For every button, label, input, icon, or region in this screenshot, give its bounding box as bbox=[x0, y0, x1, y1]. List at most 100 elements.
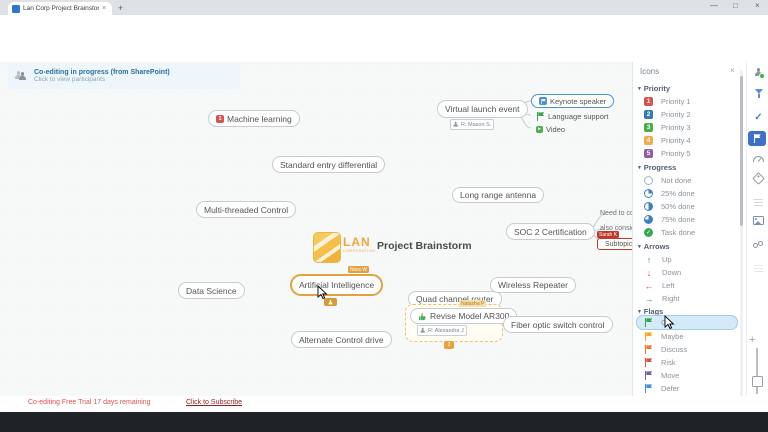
coediting-subtitle[interactable]: Click to view participants bbox=[34, 76, 170, 83]
logo-subtext: CORPORATION bbox=[343, 249, 375, 253]
icon-priority-1[interactable]: 1Priority 1 bbox=[644, 96, 738, 107]
browser-tab[interactable]: Lan Corp Project Brainstorm.m × bbox=[8, 2, 112, 15]
filter-icon[interactable] bbox=[752, 87, 765, 100]
topic-label: Language support bbox=[548, 112, 608, 121]
topic-label: Revise Model AR300 bbox=[430, 311, 509, 321]
topic-virtual-launch-event[interactable]: Virtual launch event bbox=[437, 100, 528, 118]
topic-label: Standard entry differential bbox=[280, 160, 377, 170]
topic-label: Keynote speaker bbox=[550, 97, 606, 106]
icon-flag-defer[interactable]: Defer bbox=[644, 383, 738, 394]
topic-machine-learning[interactable]: 1 Machine learning bbox=[208, 110, 300, 127]
flags-tool-icon-active[interactable] bbox=[748, 131, 766, 146]
window-maximize-button[interactable]: □ bbox=[733, 1, 738, 10]
person-icon bbox=[420, 328, 424, 333]
green-flag-icon bbox=[644, 318, 653, 327]
topic-standard-entry-differential[interactable]: Standard entry differential bbox=[272, 156, 385, 173]
topic-label: Wireless Repeater bbox=[498, 280, 568, 290]
lan-corporation-logo[interactable] bbox=[313, 232, 341, 263]
link-icon[interactable] bbox=[752, 238, 765, 251]
icon-arrow-up[interactable]: ↑Up bbox=[644, 254, 738, 265]
tab-title: Lan Corp Project Brainstorm.m bbox=[23, 5, 99, 12]
coediting-banner[interactable]: Co-editing in progress (from SharePoint)… bbox=[8, 63, 240, 89]
progress-50-icon bbox=[644, 202, 653, 211]
toolbar: ↶ ↷ + + S + + ✂ × bbox=[0, 43, 768, 63]
new-tab-button[interactable]: + bbox=[118, 3, 123, 13]
topic-language-support[interactable]: Language support bbox=[529, 110, 615, 123]
windows-taskbar: W A S X S N 4:27 PM 8/6/2019 bbox=[0, 412, 768, 432]
panel-scrollbar-thumb[interactable] bbox=[740, 76, 743, 226]
purple-flag-icon bbox=[644, 371, 653, 380]
thumbs-up-icon bbox=[418, 312, 427, 321]
notes-icon[interactable] bbox=[752, 196, 765, 209]
zoom-slider-handle[interactable] bbox=[752, 376, 763, 387]
topic-long-range-antenna[interactable]: Long range antenna bbox=[452, 187, 544, 203]
panel-close-icon[interactable]: × bbox=[730, 66, 735, 75]
yellow-flag-icon bbox=[644, 332, 653, 341]
subscribe-link[interactable]: Click to Subscribe bbox=[186, 399, 242, 406]
screen: { "browser": { "tab_title": "Lan Corp Pr… bbox=[0, 0, 768, 432]
section-progress[interactable]: ▾Progress bbox=[638, 163, 676, 172]
topic-data-science[interactable]: Data Science bbox=[178, 282, 245, 299]
topic-label: SOC 2 Certification bbox=[514, 227, 587, 237]
icon-25-done[interactable]: 25% done bbox=[644, 188, 738, 199]
coeditor-tag-nora: Nora W bbox=[348, 266, 369, 273]
topic-label: Multi-threaded Control bbox=[204, 205, 288, 215]
resource-tag-alexandra[interactable]: R: Alexandra J bbox=[417, 325, 467, 336]
participants-icon bbox=[14, 71, 28, 81]
tab-close-icon[interactable]: × bbox=[102, 5, 106, 12]
icon-50-done[interactable]: 50% done bbox=[644, 201, 738, 212]
central-topic-title[interactable]: Project Brainstorm bbox=[377, 240, 472, 252]
icon-flag-go[interactable]: Go bbox=[644, 317, 738, 328]
topic-label: Fiber optic switch control bbox=[511, 320, 605, 330]
topic-soc2-certification[interactable]: SOC 2 Certification bbox=[506, 223, 595, 240]
browser-tab-strip: Lan Corp Project Brainstorm.m × + — □ × bbox=[0, 0, 768, 15]
tasks-check-icon[interactable]: ✓ bbox=[752, 111, 765, 124]
topic-artificial-intelligence-coedited[interactable]: Artificial Intelligence bbox=[290, 274, 383, 296]
topic-wireless-repeater[interactable]: Wireless Repeater bbox=[490, 277, 576, 293]
topic-label: Virtual launch event bbox=[445, 104, 520, 114]
topic-fiber-optic-switch-control[interactable]: Fiber optic switch control bbox=[503, 316, 613, 333]
icon-priority-4[interactable]: 4Priority 4 bbox=[644, 135, 738, 146]
zoom-slider-track[interactable] bbox=[756, 348, 758, 394]
icon-priority-5[interactable]: 5Priority 5 bbox=[644, 148, 738, 159]
icon-priority-3[interactable]: 3Priority 3 bbox=[644, 122, 738, 133]
topic-label: Long range antenna bbox=[460, 190, 536, 200]
gauge-icon[interactable] bbox=[752, 152, 765, 165]
topic-video[interactable]: ▸ Video bbox=[529, 123, 572, 135]
resource-tag-mason[interactable]: R: Mason S. bbox=[450, 119, 494, 130]
icon-flag-risk[interactable]: Risk bbox=[644, 357, 738, 368]
section-priority[interactable]: ▾Priority bbox=[638, 84, 670, 93]
keynote-marker-icon bbox=[539, 97, 547, 105]
browser-url-row: ← → ↻ https://cloud-qa.mindjet.com/?lang… bbox=[0, 15, 768, 31]
topic-keynote-speaker-selected[interactable]: Keynote speaker bbox=[531, 94, 614, 108]
icon-arrow-left[interactable]: ←Left bbox=[644, 280, 738, 291]
icon-priority-2[interactable]: 2Priority 2 bbox=[644, 109, 738, 120]
account-icon[interactable] bbox=[752, 66, 765, 79]
icon-not-done[interactable]: Not done bbox=[644, 175, 738, 186]
icon-flag-discuss[interactable]: Discuss bbox=[644, 344, 738, 355]
video-marker-icon: ▸ bbox=[536, 126, 543, 133]
task-done-icon: ✓ bbox=[644, 228, 653, 237]
app-menu-bar: Menu Search File ▾ View ▾ Share ▾ MindMa… bbox=[0, 30, 768, 44]
resource-label: R: Mason S. bbox=[461, 122, 491, 128]
resource-label: R: Alexandra J bbox=[428, 328, 464, 334]
section-arrows[interactable]: ▾Arrows bbox=[638, 242, 670, 251]
icon-arrow-right[interactable]: →Right bbox=[644, 293, 738, 304]
coeditor-tag-sarah: Sarah K bbox=[597, 231, 619, 238]
progress-75-icon bbox=[644, 215, 653, 224]
window-close-button[interactable]: × bbox=[755, 1, 760, 10]
topic-alternate-control-drive[interactable]: Alternate Control drive bbox=[291, 331, 392, 348]
icon-flag-maybe[interactable]: Maybe bbox=[644, 331, 738, 342]
image-icon[interactable] bbox=[752, 214, 765, 227]
topic-multi-threaded-control[interactable]: Multi-threaded Control bbox=[196, 201, 296, 218]
zoom-in-icon[interactable]: + bbox=[749, 334, 755, 346]
icon-flag-move[interactable]: Move bbox=[644, 370, 738, 381]
tag-icon[interactable] bbox=[752, 172, 765, 185]
topic-revise-model-ar300[interactable]: Revise Model AR300 bbox=[410, 308, 517, 324]
window-minimize-button[interactable]: — bbox=[710, 1, 718, 10]
icon-75-done[interactable]: 75% done bbox=[644, 214, 738, 225]
icon-task-done[interactable]: ✓Task done bbox=[644, 227, 738, 238]
orange-flag-icon bbox=[644, 345, 653, 354]
icon-arrow-down[interactable]: ↓Down bbox=[644, 267, 738, 278]
more-tools-icon[interactable] bbox=[752, 262, 765, 275]
